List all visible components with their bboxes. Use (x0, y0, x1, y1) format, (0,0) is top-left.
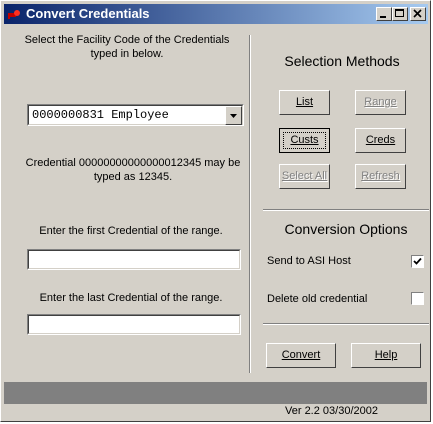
send-to-asi-host-checkbox[interactable] (411, 255, 424, 268)
send-to-asi-host-label: Send to ASI Host (267, 255, 351, 267)
last-credential-label: Enter the last Credential of the range. (39, 292, 223, 304)
facility-code-combobox[interactable]: 0000000831 Employee (27, 104, 244, 126)
delete-old-credential-checkbox[interactable] (411, 292, 424, 305)
checkmark-icon (413, 257, 422, 265)
first-credential-label: Enter the first Credential of the range. (39, 225, 223, 237)
window-title: Convert Credentials (26, 6, 150, 21)
dropdown-button[interactable] (225, 106, 242, 125)
refresh-button[interactable]: Refresh (355, 164, 406, 189)
selection-methods-heading: Selection Methods (284, 53, 400, 69)
last-credential-input[interactable] (27, 314, 241, 335)
conversion-options-heading: Conversion Options (284, 221, 408, 237)
range-button[interactable]: Range (355, 90, 406, 115)
title-bar[interactable]: Convert Credentials (4, 4, 428, 24)
close-button[interactable] (410, 7, 426, 21)
help-button[interactable]: Help (351, 343, 421, 368)
credential-note: Credential 00000000000000012345 may be t… (25, 157, 241, 183)
app-icon (7, 7, 21, 21)
version-label: Ver 2.2 03/30/2002 (285, 405, 378, 417)
facility-code-value: 0000000831 Employee (32, 108, 169, 122)
creds-button[interactable]: Creds (355, 128, 406, 153)
delete-old-credential-label: Delete old credential (267, 293, 368, 305)
panel-divider (249, 35, 251, 373)
select-all-button[interactable]: Select All (279, 164, 330, 189)
list-button[interactable]: List (279, 90, 330, 115)
close-icon (413, 9, 422, 18)
status-bar (4, 382, 427, 404)
maximize-button[interactable] (392, 7, 408, 21)
convert-button[interactable]: Convert (266, 343, 336, 368)
minimize-icon (380, 16, 386, 18)
section-divider (263, 209, 429, 211)
convert-credentials-window: Convert Credentials Select the Facility … (0, 0, 431, 422)
chevron-down-icon (230, 114, 237, 118)
minimize-button[interactable] (376, 7, 392, 21)
maximize-icon (395, 9, 404, 17)
first-credential-input[interactable] (27, 249, 241, 270)
facility-prompt: Select the Facility Code of the Credenti… (24, 34, 230, 60)
custs-button[interactable]: Custs (279, 128, 330, 153)
actions-divider (263, 323, 429, 325)
